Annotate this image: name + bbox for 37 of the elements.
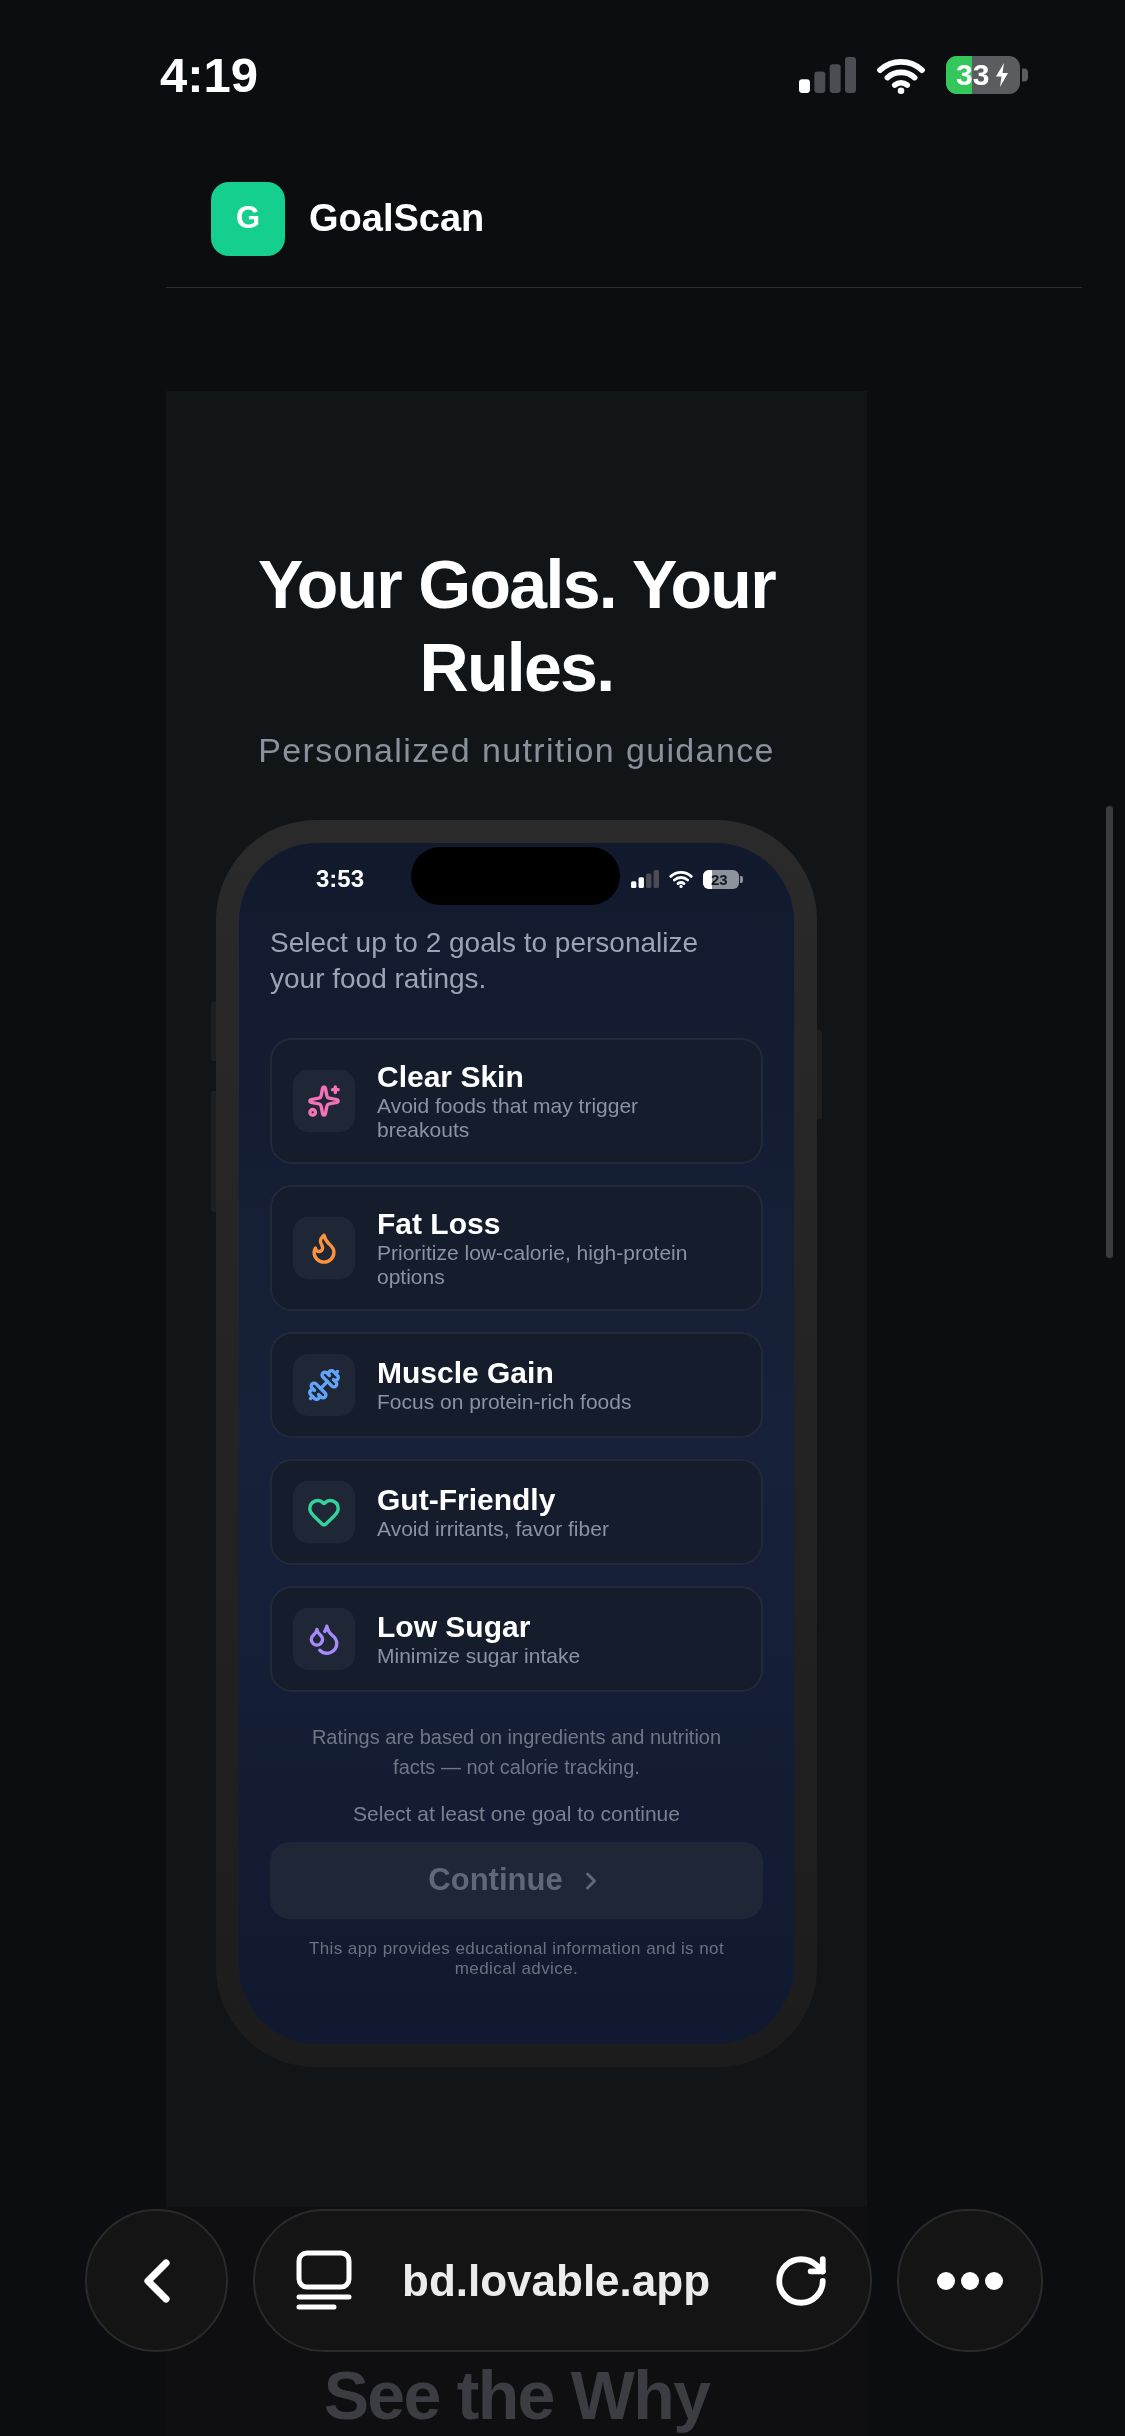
app-logo: G [211, 181, 285, 256]
goal-option[interactable]: Low Sugar Minimize sugar intake [270, 1586, 763, 1692]
phone-status-time: 3:53 [316, 867, 365, 891]
continue-hint: Select at least one goal to continue [352, 1801, 681, 1827]
goal-option[interactable]: Clear Skin Avoid foods that may trigger breakouts [270, 1038, 763, 1164]
wifi-icon [669, 870, 693, 888]
hero-subtitle: Personalized nutrition guidance [258, 730, 775, 770]
flame-icon [293, 1217, 355, 1279]
ratings-note: Ratings are based on ingredients and nutrition facts — not calorie tracking. [310, 1725, 723, 1780]
goal-description: Avoid foods that may trigger breakouts [377, 1094, 640, 1142]
url-text: bd.lovable.app [402, 2254, 711, 2307]
goal-option[interactable]: Gut-Friendly Avoid irritants, favor fiber [270, 1459, 763, 1565]
goal-title: Gut-Friendly [377, 1483, 557, 1517]
goal-description: Prioritize low-calorie, high-protein options [377, 1241, 689, 1289]
goal-description: Minimize sugar intake [377, 1644, 581, 1668]
address-bar[interactable]: bd.lovable.app [253, 2209, 872, 2352]
goal-title: Low Sugar [377, 1610, 532, 1644]
goal-title: Muscle Gain [377, 1356, 555, 1390]
goal-title: Fat Loss [377, 1207, 502, 1241]
goal-option[interactable]: Muscle Gain Focus on protein-rich foods [270, 1332, 763, 1438]
goal-description: Focus on protein-rich foods [377, 1390, 632, 1414]
goal-title: Clear Skin [377, 1060, 525, 1094]
droplets-icon [293, 1608, 355, 1670]
signal-icon [799, 57, 856, 93]
wifi-icon [876, 56, 926, 94]
goal-option[interactable]: Fat Loss Prioritize low-calorie, high-protein options [270, 1185, 763, 1311]
hero-title: Your Goals. Your Rules. [257, 545, 777, 707]
dumbbell-icon [293, 1354, 355, 1416]
goal-prompt: Select up to 2 goals to personalize your food ratings. [270, 926, 700, 996]
more-icon [936, 2270, 1004, 2291]
disclaimer: This app provides educational information and is not medical advice. [307, 1939, 726, 1979]
page-menu-icon[interactable] [296, 2250, 352, 2311]
sparkles-icon [293, 1070, 355, 1132]
app-name: GoalScan [309, 196, 485, 241]
status-time: 4:19 [160, 50, 259, 100]
signal-icon [631, 870, 659, 888]
goal-description: Avoid irritants, favor fiber [377, 1517, 609, 1541]
